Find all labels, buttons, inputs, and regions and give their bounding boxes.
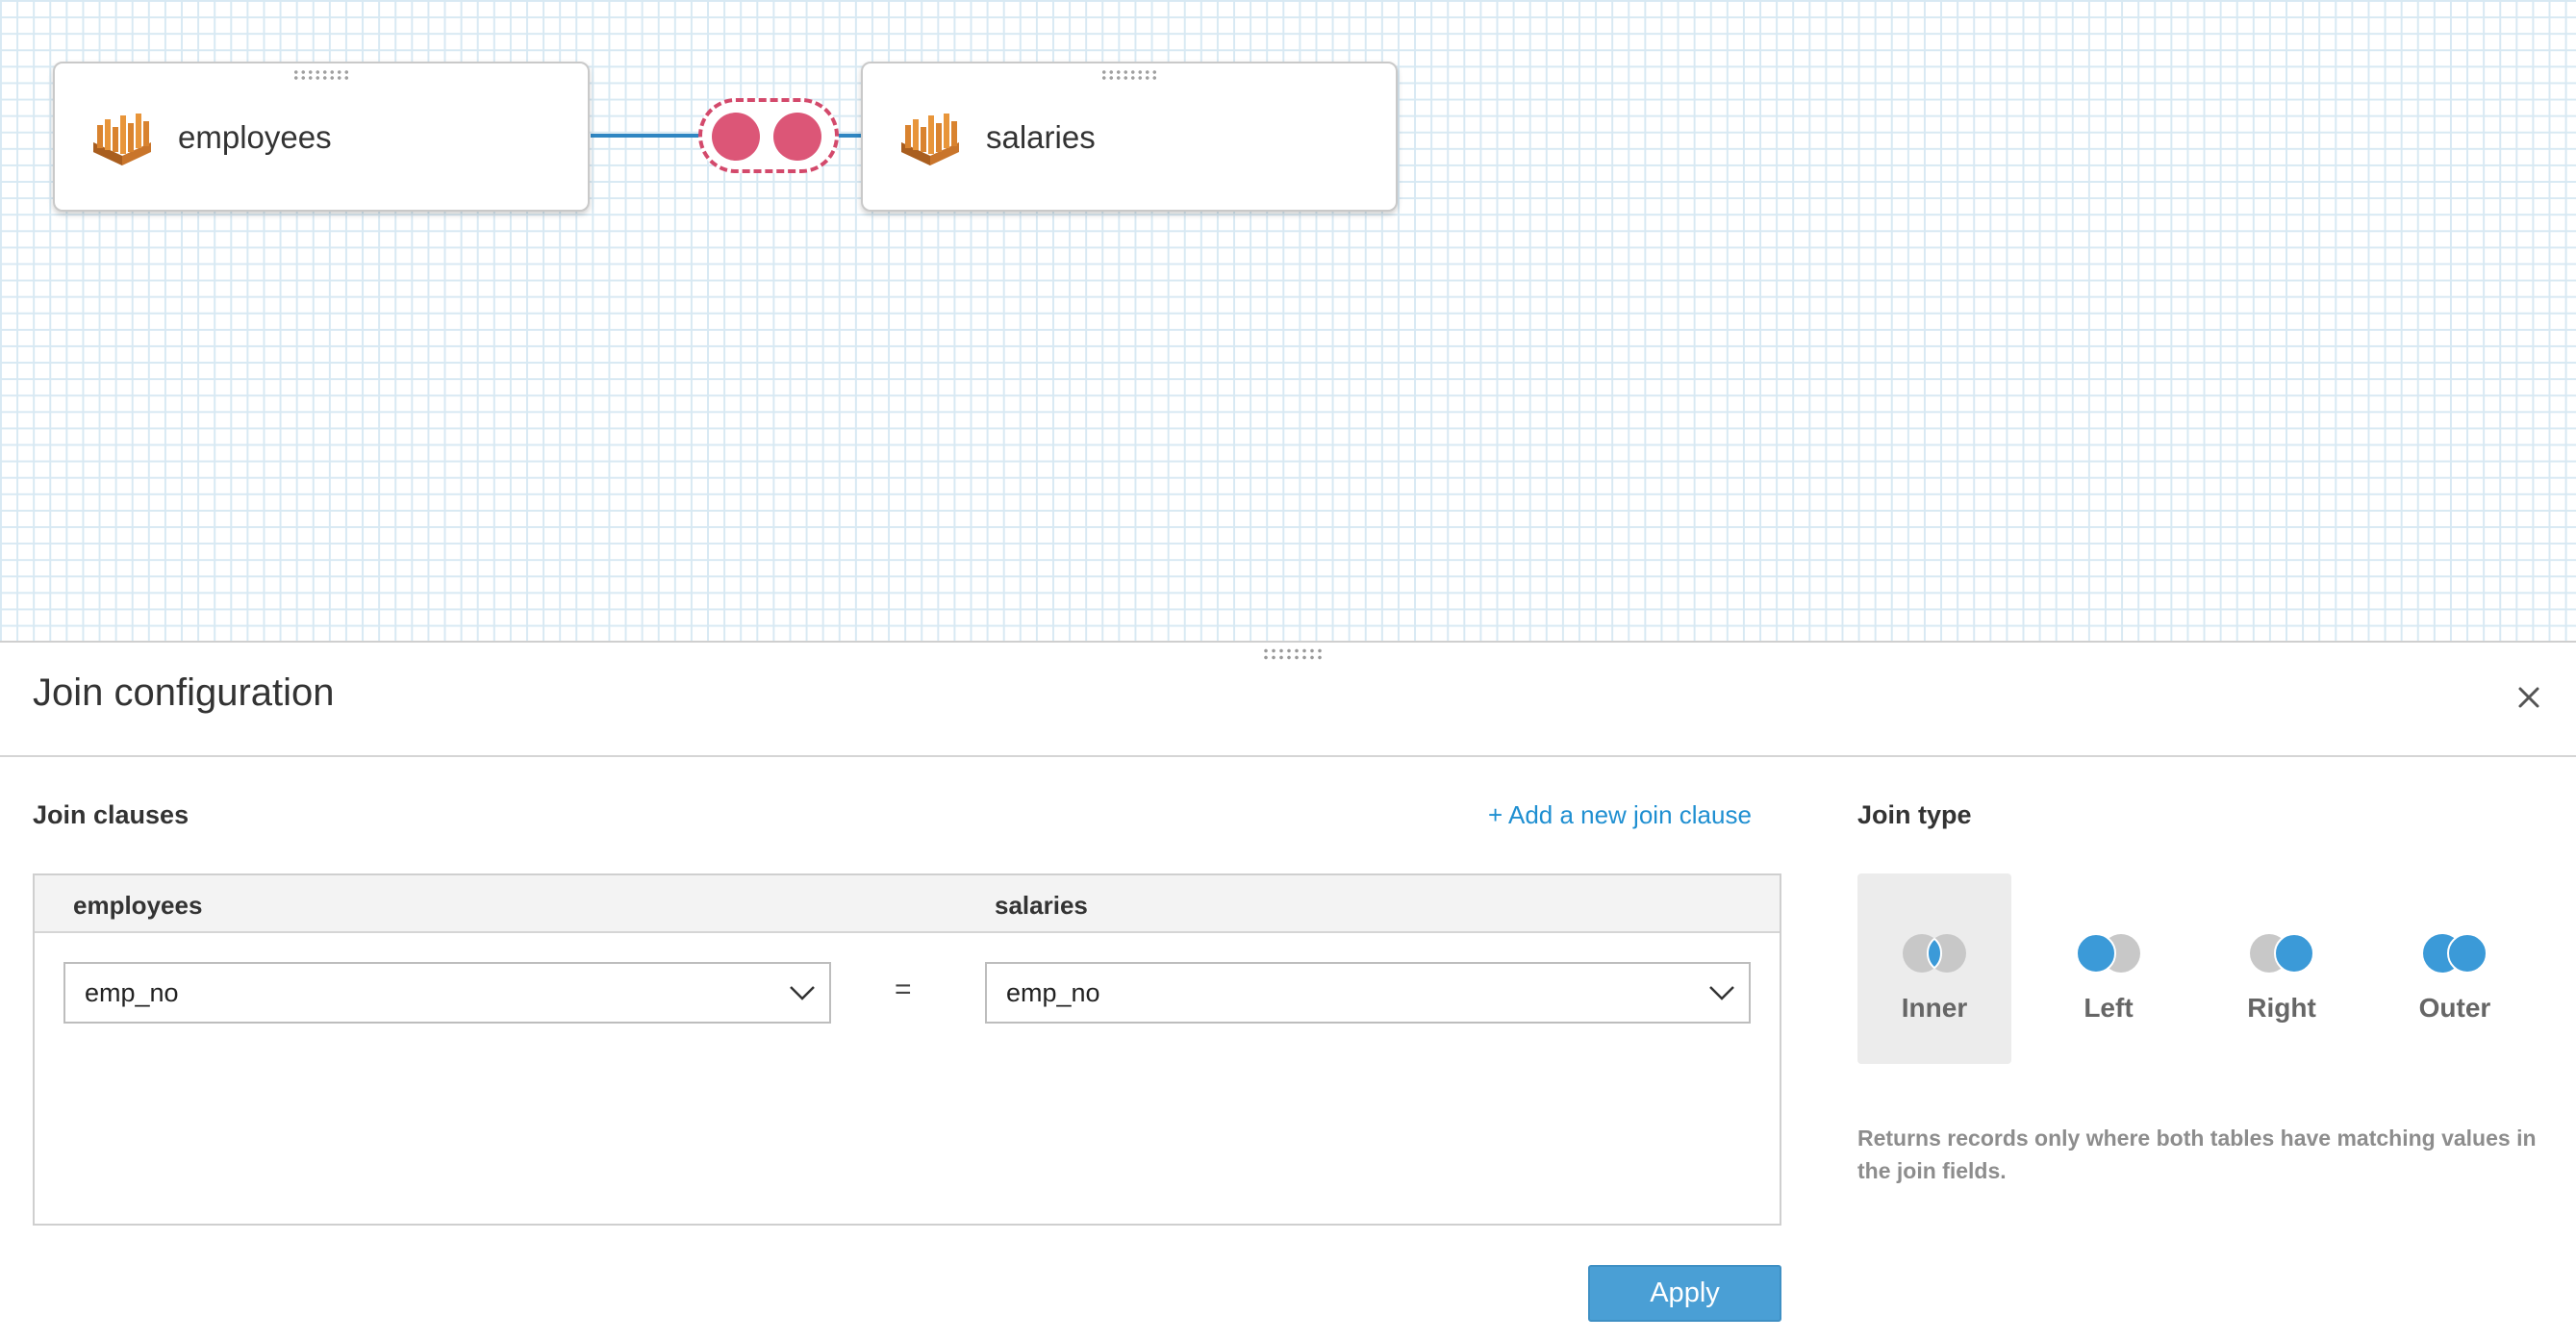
join-type-inner-label: Inner xyxy=(1901,993,1968,1023)
left-field-select[interactable]: emp_no xyxy=(63,962,831,1024)
table-node-employees[interactable]: employees xyxy=(53,62,590,212)
drag-handle-icon[interactable] xyxy=(292,69,350,81)
join-type-outer[interactable]: Outer xyxy=(2378,873,2532,1064)
join-circle-left xyxy=(712,113,760,161)
join-clauses-header: employees salaries xyxy=(35,875,1780,933)
join-canvas[interactable]: employees salaries xyxy=(0,0,2576,641)
outer-join-venn-icon xyxy=(2423,933,2488,974)
drag-handle-icon[interactable] xyxy=(1100,69,1158,81)
panel-divider xyxy=(0,641,2576,643)
equals-operator: = xyxy=(895,974,912,1005)
join-type-right[interactable]: Right xyxy=(2205,873,2359,1064)
join-type-description: Returns records only where both tables h… xyxy=(1857,1126,2537,1183)
close-x-glyph xyxy=(2518,687,2539,708)
database-icon xyxy=(901,114,959,165)
join-type-outer-label: Outer xyxy=(2418,993,2491,1023)
right-field-value: emp_no xyxy=(1006,978,1100,1007)
join-circle-right xyxy=(773,113,821,161)
chevron-down-icon xyxy=(790,986,815,1000)
chevron-down-icon xyxy=(1709,986,1734,1000)
add-join-clause-link[interactable]: + Add a new join clause xyxy=(1488,800,1752,830)
left-field-value: emp_no xyxy=(85,978,179,1007)
apply-button[interactable]: Apply xyxy=(1588,1265,1781,1322)
table-node-salaries[interactable]: salaries xyxy=(861,62,1398,212)
connector-left xyxy=(591,134,702,138)
panel-header-divider xyxy=(0,755,2576,757)
join-clauses-table: employees salaries emp_no = emp_no xyxy=(33,873,1781,1226)
join-clauses-title: Join clauses xyxy=(33,800,189,829)
node-label-employees: employees xyxy=(178,119,332,155)
right-join-venn-icon xyxy=(2250,933,2314,974)
left-table-header: employees xyxy=(73,891,203,920)
inner-join-venn-icon xyxy=(1903,934,1966,973)
join-type-title: Join type xyxy=(1857,800,1972,829)
database-icon xyxy=(93,114,151,165)
right-field-select[interactable]: emp_no xyxy=(985,962,1751,1024)
inner-join-icon[interactable] xyxy=(698,98,839,173)
resize-handle-icon[interactable] xyxy=(1262,647,1324,661)
connector-right xyxy=(835,134,864,138)
join-type-right-label: Right xyxy=(2247,993,2316,1023)
panel-title: Join configuration xyxy=(33,671,335,714)
join-type-left[interactable]: Left xyxy=(2032,873,2185,1064)
right-table-header: salaries xyxy=(995,891,1088,920)
node-label-salaries: salaries xyxy=(986,119,1096,155)
join-type-inner[interactable]: Inner xyxy=(1857,873,2011,1064)
join-type-left-label: Left xyxy=(2084,993,2134,1023)
left-join-venn-icon xyxy=(2076,933,2140,974)
close-icon[interactable] xyxy=(2509,677,2549,718)
